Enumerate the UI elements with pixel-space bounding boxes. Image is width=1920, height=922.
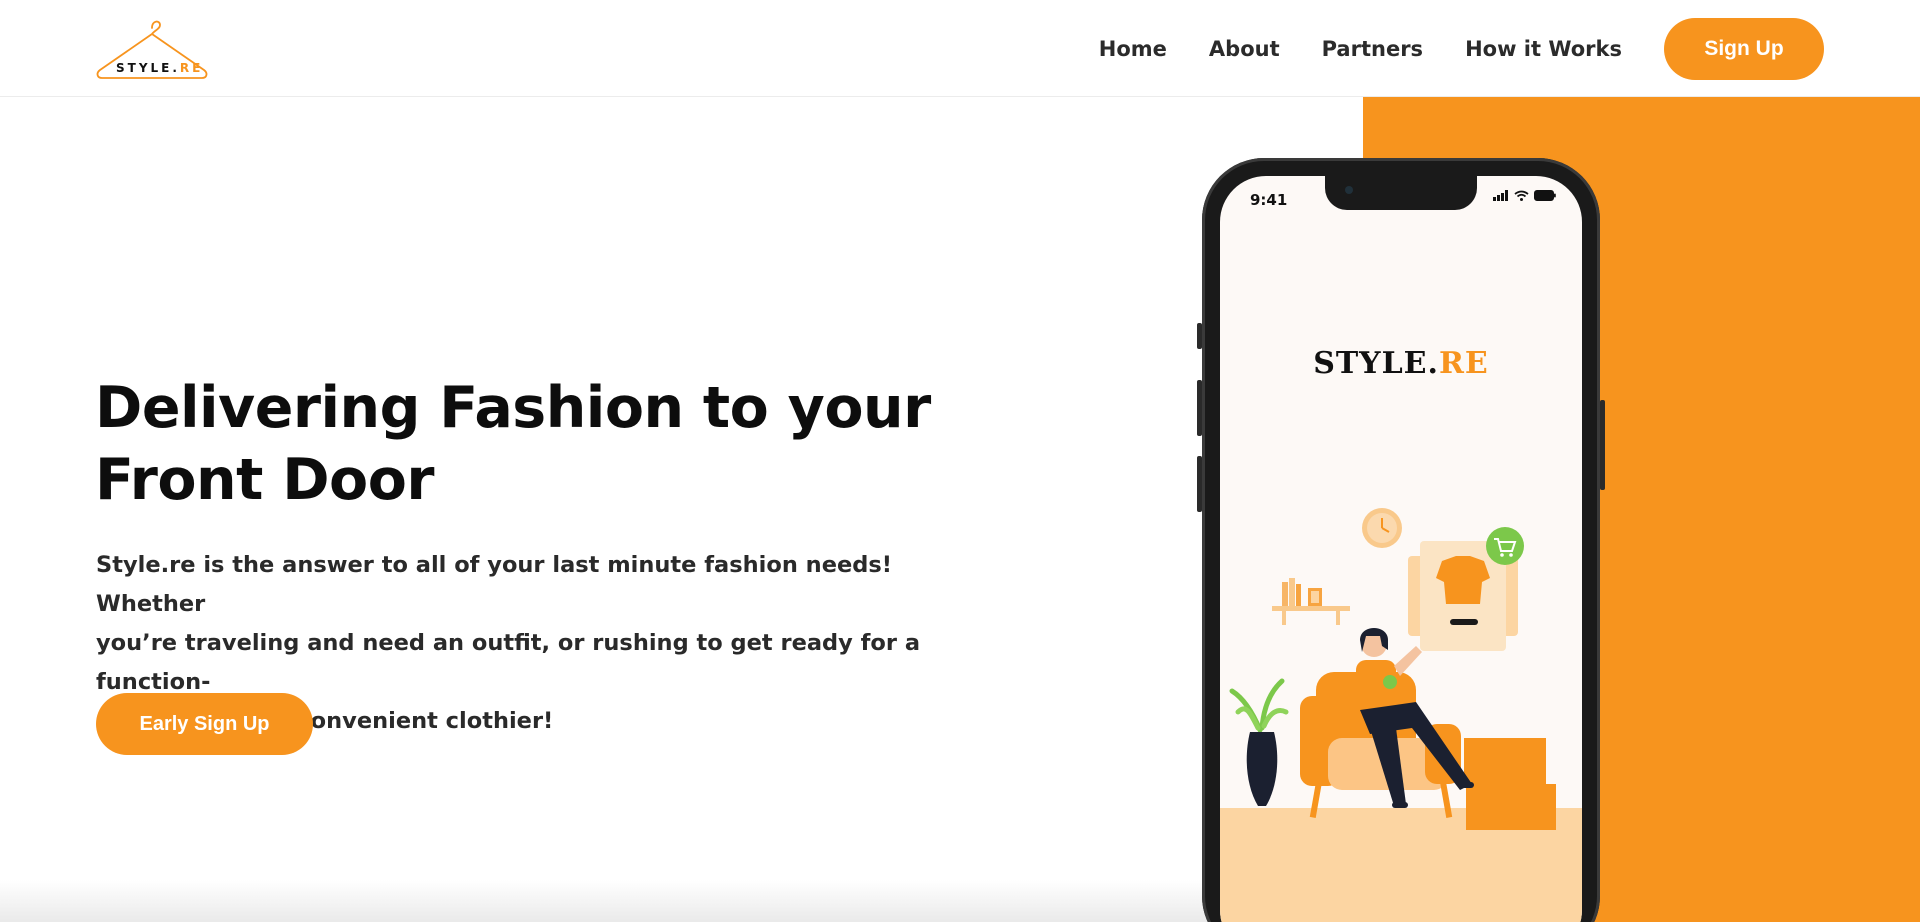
phone-mockup: 9:41 STYLE.RE <box>1197 158 1605 922</box>
signal-icon <box>1493 190 1508 201</box>
main-nav: Home About Partners How it Works Sign Up <box>1099 0 1824 97</box>
clock-icon <box>1362 508 1402 548</box>
cart-icon <box>1486 527 1524 565</box>
nav-about-link[interactable]: About <box>1209 37 1280 61</box>
wifi-icon <box>1514 190 1529 201</box>
site-header: STYLE.RE Home About Partners How it Work… <box>0 0 1920 97</box>
hero-description-line-2: you’re traveling and need an outfit, or … <box>96 630 921 695</box>
status-time: 9:41 <box>1250 191 1288 209</box>
phone-volume-down <box>1197 456 1202 512</box>
status-icons <box>1493 190 1556 201</box>
phone-notch <box>1325 176 1477 210</box>
hero-title-line-1: Delivering Fashion to your <box>95 375 931 441</box>
camera-icon <box>1345 186 1353 194</box>
phone-mute-switch <box>1197 323 1202 349</box>
app-logo: STYLE.RE <box>1313 346 1489 381</box>
nav-home-link[interactable]: Home <box>1099 37 1167 61</box>
phone-power-button <box>1600 400 1605 490</box>
sign-up-button[interactable]: Sign Up <box>1664 17 1824 80</box>
brand-logo[interactable]: STYLE.RE <box>94 16 210 82</box>
battery-icon <box>1534 190 1556 201</box>
phone-screen: 9:41 STYLE.RE <box>1220 176 1582 922</box>
brand-logo-text: STYLE.RE <box>116 61 204 75</box>
plant-icon <box>1229 678 1289 806</box>
early-sign-up-button[interactable]: Early Sign Up <box>96 693 313 755</box>
nav-partners-link[interactable]: Partners <box>1322 37 1423 61</box>
phone-volume-up <box>1197 380 1202 436</box>
shopping-illustration <box>1229 508 1556 830</box>
nav-how-it-works-link[interactable]: How it Works <box>1465 37 1622 61</box>
hero-title-line-2: Front Door <box>95 447 434 513</box>
hero-title: Delivering Fashion to your Front Door <box>95 372 995 516</box>
bottom-shadow <box>0 880 1363 922</box>
hero-description-line-1: Style.re is the answer to all of your la… <box>96 552 892 617</box>
